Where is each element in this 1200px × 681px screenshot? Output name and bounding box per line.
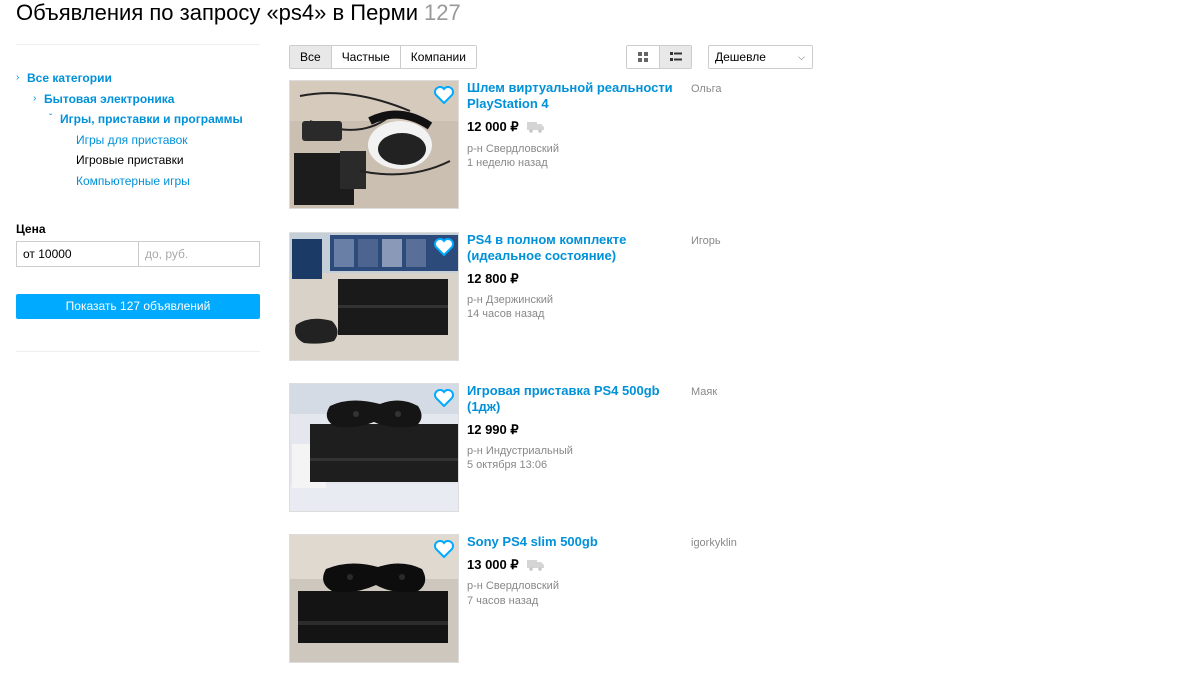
category-pc-games[interactable]: Компьютерные игры <box>16 174 260 195</box>
price-to-input[interactable] <box>138 242 259 266</box>
price-value: 12 800 ₽ <box>467 271 519 286</box>
category-games-consoles[interactable]: ˇ Игры, приставки и программы <box>16 112 260 133</box>
filter-all-button[interactable]: Все <box>290 46 331 68</box>
seller-name[interactable]: Игорь <box>691 235 721 247</box>
listing-district: р-н Свердловский <box>467 580 559 592</box>
sort-select[interactable]: Дешевле ⌵ <box>708 45 813 69</box>
listing-photo[interactable] <box>289 534 459 663</box>
listing-district: р-н Дзержинский <box>467 294 554 306</box>
chevron-down-icon: ⌵ <box>798 52 805 62</box>
results-count: 127 <box>424 0 461 25</box>
view-toggle <box>626 45 692 69</box>
listing-item: Шлем виртуальной реальности PlayStation … <box>289 80 989 210</box>
sidebar: › Все категории › Бытовая электроника ˇ … <box>16 44 260 352</box>
price-range <box>16 241 260 267</box>
category-label[interactable]: Компьютерные игры <box>76 174 190 188</box>
listing-price: 12 800 ₽ <box>467 271 519 287</box>
listing-district: р-н Индустриальный <box>467 445 573 457</box>
filter-companies-button[interactable]: Компании <box>399 46 476 68</box>
listing-district: р-н Свердловский <box>467 143 559 155</box>
heart-icon[interactable] <box>434 238 454 256</box>
category-label[interactable]: Все категории <box>27 71 112 85</box>
filter-private-button[interactable]: Частные <box>330 46 400 68</box>
heart-icon[interactable] <box>434 540 454 558</box>
seller-name[interactable]: igorkyklin <box>691 537 737 549</box>
show-results-button[interactable]: Показать 127 объявлений <box>16 294 260 319</box>
listing-title[interactable]: Шлем виртуальной реальности PlayStation … <box>467 80 682 112</box>
seller-filter: Все Частные Компании <box>289 45 477 69</box>
category-label[interactable]: Игры, приставки и программы <box>60 112 243 126</box>
category-label[interactable]: Бытовая электроника <box>44 92 174 106</box>
listing-title[interactable]: Sony PS4 slim 500gb <box>467 534 682 550</box>
listing-time: 14 часов назад <box>467 308 545 320</box>
grid-view-button[interactable] <box>627 46 659 68</box>
listing-item: Sony PS4 slim 500gb 13 000 ₽ р-н Свердло… <box>289 534 989 664</box>
listing-item: Игровая приставка PS4 500gb (1дж) 12 990… <box>289 383 989 513</box>
delivery-truck-icon <box>526 122 544 133</box>
listing-photo[interactable] <box>289 383 459 512</box>
category-electronics[interactable]: › Бытовая электроника <box>16 92 260 113</box>
price-value: 12 990 ₽ <box>467 422 519 437</box>
grid-icon <box>638 52 648 62</box>
delivery-truck-icon <box>526 560 544 571</box>
listing-price: 12 000 ₽ <box>467 119 545 135</box>
page-title-text: Объявления по запросу «ps4» в Перми <box>16 0 418 25</box>
category-all[interactable]: › Все категории <box>16 71 260 92</box>
listing-item: PS4 в полном комплекте (идеальное состоя… <box>289 232 989 362</box>
chevron-down-icon: ˇ <box>49 113 53 124</box>
seller-name[interactable]: Ольга <box>691 83 721 95</box>
chevron-right-icon: › <box>16 72 20 83</box>
category-label-current: Игровые приставки <box>76 153 184 167</box>
heart-icon[interactable] <box>434 389 454 407</box>
listing-title[interactable]: PS4 в полном комплекте (идеальное состоя… <box>467 232 682 264</box>
price-value: 13 000 ₽ <box>467 557 519 572</box>
price-value: 12 000 ₽ <box>467 119 519 134</box>
seller-name[interactable]: Маяк <box>691 386 717 398</box>
listing-time: 1 неделю назад <box>467 157 548 169</box>
listing-photo[interactable] <box>289 232 459 361</box>
page-title: Объявления по запросу «ps4» в Перми 127 <box>16 1 461 25</box>
category-label[interactable]: Игры для приставок <box>76 133 188 147</box>
listing-title[interactable]: Игровая приставка PS4 500gb (1дж) <box>467 383 682 415</box>
listing-price: 12 990 ₽ <box>467 422 519 438</box>
sort-value: Дешевле <box>715 50 766 64</box>
listing-time: 5 октября 13:06 <box>467 459 548 471</box>
listing-price: 13 000 ₽ <box>467 557 545 573</box>
list-view-button[interactable] <box>659 46 691 68</box>
list-icon <box>669 52 682 61</box>
chevron-right-icon: › <box>33 92 37 104</box>
heart-icon[interactable] <box>434 86 454 104</box>
listing-photo[interactable] <box>289 80 459 209</box>
category-tree: › Все категории › Бытовая электроника ˇ … <box>16 45 260 194</box>
category-console-games[interactable]: Игры для приставок <box>16 133 260 154</box>
category-game-consoles: Игровые приставки <box>16 153 260 174</box>
price-label: Цена <box>16 222 46 236</box>
divider <box>16 351 260 352</box>
price-from-input[interactable] <box>17 242 138 266</box>
listing-time: 7 часов назад <box>467 595 539 607</box>
